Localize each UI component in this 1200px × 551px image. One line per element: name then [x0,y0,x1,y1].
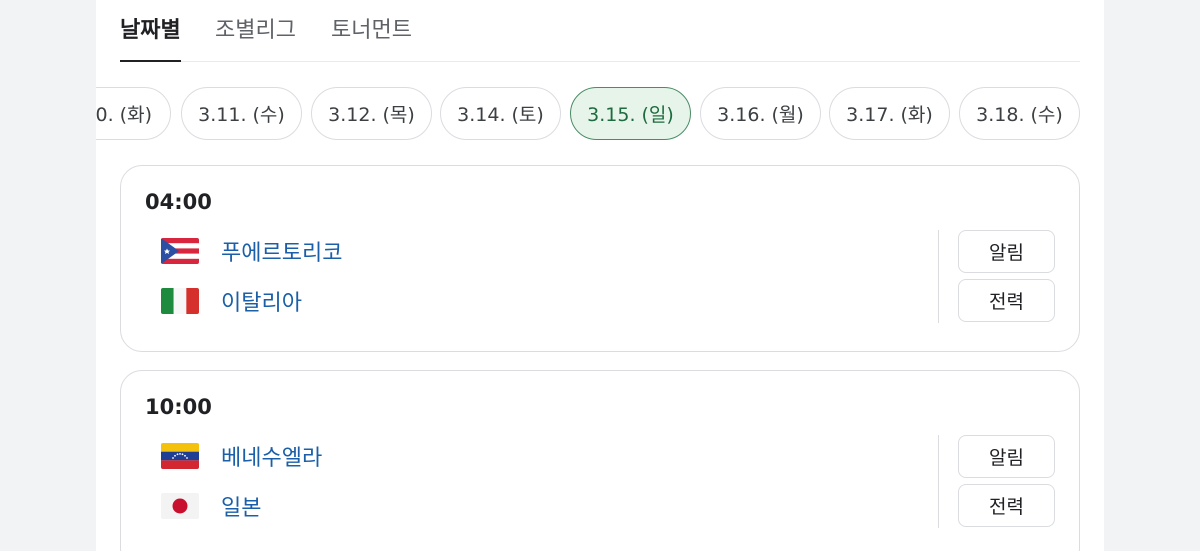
alarm-button[interactable]: 알림 [958,230,1055,273]
schedule-panel: 날짜별 조별리그 토너먼트 0. (화) 3.11. (수) 3.12. (목)… [96,0,1104,551]
date-chip[interactable]: 3.17. (화) [829,87,950,140]
team-row[interactable]: 베네수엘라 [161,441,322,471]
flag-venezuela-icon [161,443,199,469]
match-card: 10:00 베네수엘라 일본 알림 전력 [120,370,1080,551]
team-name[interactable]: 푸에르토리코 [221,235,342,267]
date-chip[interactable]: 3.14. (토) [440,87,561,140]
match-time: 04:00 [145,190,212,214]
card-divider [938,435,939,528]
flag-puerto-rico-icon [161,238,199,264]
flag-japan-icon [161,493,199,519]
date-chip[interactable]: 0. (화) [96,87,171,140]
record-button[interactable]: 전력 [958,279,1055,322]
card-divider [938,230,939,323]
tab-group-league[interactable]: 조별리그 [215,12,296,62]
alarm-button[interactable]: 알림 [958,435,1055,478]
tab-by-date[interactable]: 날짜별 [120,12,181,62]
date-chip-selected[interactable]: 3.15. (일) [570,87,691,140]
team-name[interactable]: 이탈리아 [221,285,302,317]
tab-tournament[interactable]: 토너먼트 [331,12,412,62]
date-chip[interactable]: 3.11. (수) [181,87,302,140]
team-row[interactable]: 이탈리아 [161,286,302,316]
team-name[interactable]: 일본 [221,490,261,522]
date-chip[interactable]: 3.18. (수) [959,87,1080,140]
date-chip[interactable]: 3.12. (목) [311,87,432,140]
flag-italy-icon [161,288,199,314]
team-name[interactable]: 베네수엘라 [221,440,322,472]
record-button[interactable]: 전력 [958,484,1055,527]
match-card: 04:00 푸에르토리코 이탈리아 알림 전력 [120,165,1080,352]
team-row[interactable]: 일본 [161,491,261,521]
team-row[interactable]: 푸에르토리코 [161,236,342,266]
date-chip[interactable]: 3.16. (월) [700,87,821,140]
date-chip-row: 0. (화) 3.11. (수) 3.12. (목) 3.14. (토) 3.1… [96,87,1104,141]
tab-bar: 날짜별 조별리그 토너먼트 [120,0,1080,62]
match-time: 10:00 [145,395,212,419]
